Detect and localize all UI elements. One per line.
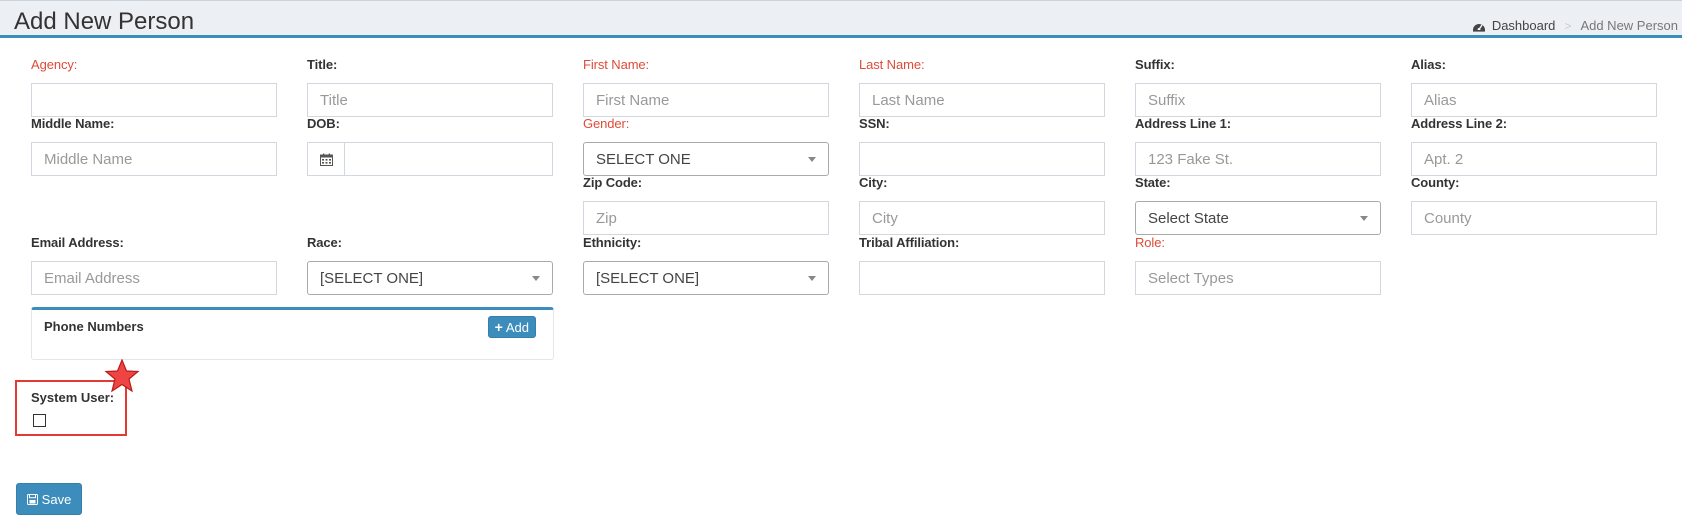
- breadcrumb-dashboard-link[interactable]: Dashboard: [1472, 18, 1556, 33]
- tribal-affiliation-field[interactable]: [859, 261, 1105, 295]
- save-button[interactable]: Save: [16, 483, 82, 515]
- title-group: Title:: [307, 57, 553, 117]
- add-phone-label: Add: [505, 319, 529, 335]
- address-line-1-group: Address Line 1:: [1135, 116, 1381, 176]
- ssn-group: SSN:: [859, 116, 1105, 176]
- gender-select[interactable]: SELECT ONE: [583, 142, 829, 176]
- suffix-field[interactable]: [1135, 83, 1381, 117]
- county-label: County:: [1411, 175, 1460, 190]
- title-label: Title:: [307, 57, 338, 72]
- system-user-label: System User:: [31, 390, 115, 405]
- city-label: City:: [859, 175, 888, 190]
- phone-numbers-box: Phone Numbers + Add: [31, 307, 554, 360]
- first-name-group: First Name:: [583, 57, 829, 117]
- middle-name-label: Middle Name:: [31, 116, 115, 131]
- save-label: Save: [41, 491, 72, 507]
- last-name-field[interactable]: [859, 83, 1105, 117]
- middle-name-field[interactable]: [31, 142, 277, 176]
- dob-field[interactable]: [344, 142, 553, 176]
- calendar-button[interactable]: [307, 142, 344, 176]
- agency-label: Agency:: [31, 57, 78, 72]
- breadcrumb-dashboard-label: Dashboard: [1491, 18, 1556, 33]
- first-name-field[interactable]: [583, 83, 829, 117]
- title-field[interactable]: [307, 83, 553, 117]
- last-name-group: Last Name:: [859, 57, 1105, 117]
- race-group: Race: [SELECT ONE]: [307, 235, 553, 295]
- state-select[interactable]: Select State: [1135, 201, 1381, 235]
- agency-group: Agency:: [31, 57, 277, 117]
- caret-down-icon: [808, 276, 816, 281]
- ssn-label: SSN:: [859, 116, 890, 131]
- first-name-label: First Name:: [583, 57, 650, 72]
- caret-down-icon: [1360, 216, 1368, 221]
- race-label: Race:: [307, 235, 342, 250]
- tribal-affiliation-group: Tribal Affiliation:: [859, 235, 1105, 295]
- content-header: Add New Person Dashboard > Add New Perso…: [0, 0, 1682, 38]
- caret-down-icon: [808, 157, 816, 162]
- suffix-label: Suffix:: [1135, 57, 1175, 72]
- state-selected-value: Select State: [1148, 209, 1229, 227]
- ethnicity-selected-value: [SELECT ONE]: [596, 269, 700, 287]
- state-group: State: Select State: [1135, 175, 1381, 235]
- city-group: City:: [859, 175, 1105, 235]
- race-selected-value: [SELECT ONE]: [320, 269, 424, 287]
- address-line-1-field[interactable]: [1135, 142, 1381, 176]
- dashboard-icon: [1472, 23, 1485, 32]
- dob-date-picker: [307, 142, 553, 176]
- middle-name-group: Middle Name:: [31, 116, 277, 176]
- last-name-label: Last Name:: [859, 57, 925, 72]
- city-field[interactable]: [859, 201, 1105, 235]
- ssn-field[interactable]: [859, 142, 1105, 176]
- alias-field[interactable]: [1411, 83, 1657, 117]
- page-title: Add New Person: [14, 8, 195, 35]
- tribal-affiliation-label: Tribal Affiliation:: [859, 235, 960, 250]
- add-phone-button[interactable]: + Add: [487, 316, 536, 338]
- gender-label: Gender:: [583, 116, 630, 131]
- calendar-icon: [319, 153, 333, 166]
- breadcrumb-separator: >: [1564, 18, 1572, 33]
- gender-selected-value: SELECT ONE: [596, 150, 691, 168]
- role-group: Role: Select Types: [1135, 235, 1381, 295]
- state-label: State:: [1135, 175, 1171, 190]
- address-line-1-label: Address Line 1:: [1135, 116, 1232, 131]
- ethnicity-select[interactable]: [SELECT ONE]: [583, 261, 829, 295]
- agency-field[interactable]: [31, 83, 277, 117]
- zip-field[interactable]: [583, 201, 829, 235]
- email-group: Email Address:: [31, 235, 277, 295]
- ethnicity-group: Ethnicity: [SELECT ONE]: [583, 235, 829, 295]
- role-placeholder: Select Types: [1148, 269, 1234, 287]
- dob-group: DOB:: [307, 116, 553, 176]
- breadcrumb-current: Add New Person: [1580, 18, 1678, 33]
- county-field[interactable]: [1411, 201, 1657, 235]
- breadcrumb: Dashboard > Add New Person: [1472, 18, 1678, 33]
- address-line-2-group: Address Line 2:: [1411, 116, 1657, 176]
- caret-down-icon: [532, 276, 540, 281]
- zip-group: Zip Code:: [583, 175, 829, 235]
- phone-numbers-title: Phone Numbers: [44, 319, 144, 334]
- county-group: County:: [1411, 175, 1657, 235]
- plus-icon: +: [494, 319, 503, 335]
- star-icon: [104, 359, 140, 393]
- address-line-2-field[interactable]: [1411, 142, 1657, 176]
- suffix-group: Suffix:: [1135, 57, 1381, 117]
- gender-group: Gender: SELECT ONE: [583, 116, 829, 176]
- alias-group: Alias:: [1411, 57, 1657, 117]
- role-multiselect[interactable]: Select Types: [1135, 261, 1381, 295]
- floppy-disk-icon: [26, 493, 38, 505]
- ethnicity-label: Ethnicity:: [583, 235, 642, 250]
- role-label: Role:: [1135, 235, 1165, 250]
- address-line-2-label: Address Line 2:: [1411, 116, 1508, 131]
- system-user-checkbox[interactable]: [33, 414, 46, 427]
- email-label: Email Address:: [31, 235, 124, 250]
- dob-label: DOB:: [307, 116, 340, 131]
- email-field[interactable]: [31, 261, 277, 295]
- alias-label: Alias:: [1411, 57, 1446, 72]
- race-select[interactable]: [SELECT ONE]: [307, 261, 553, 295]
- zip-label: Zip Code:: [583, 175, 643, 190]
